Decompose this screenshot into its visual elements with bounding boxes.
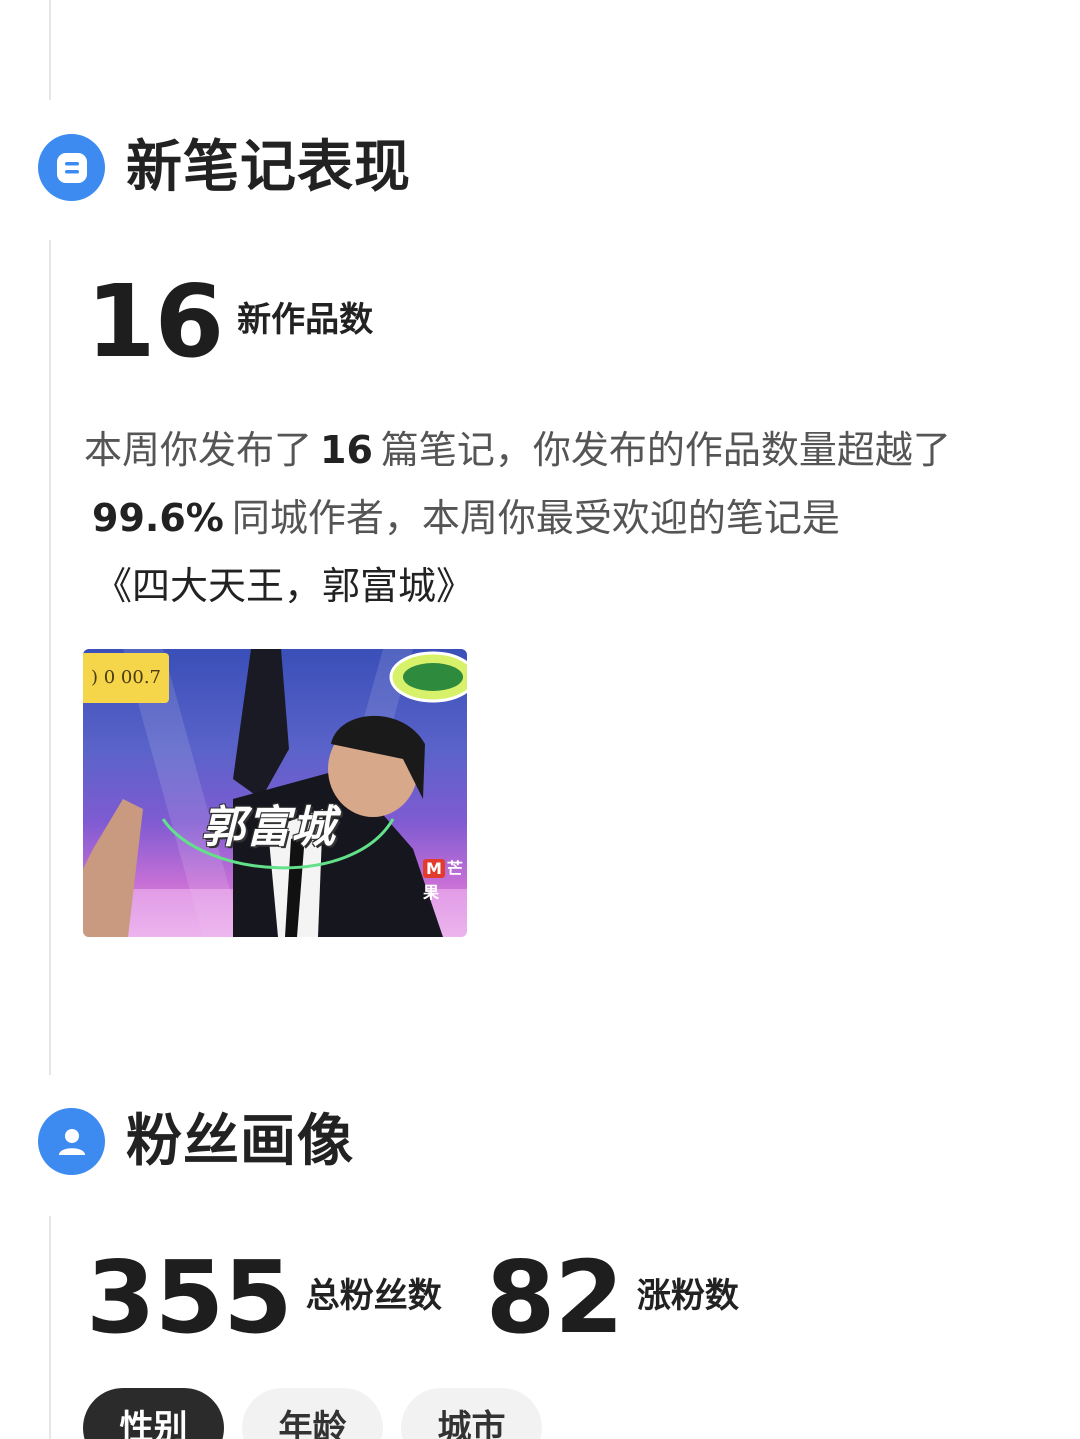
channel-logo: M 芒果 [423,859,463,902]
timeline-line [49,240,51,1075]
fans-stats: 355 总粉丝数 82 涨粉数 [86,1248,739,1348]
new-notes-count: 16 [86,263,224,380]
popular-note-title[interactable]: 《四大天王，郭富城》 [94,552,1004,620]
timeline-line [49,1216,51,1439]
tab-age[interactable]: 年龄 [242,1388,383,1439]
summary-count: 16 [320,428,373,472]
new-notes-stat: 16 新作品数 [86,272,373,372]
new-notes-label: 新作品数 [237,300,374,340]
document-icon [38,134,105,201]
tab-gender[interactable]: 性别 [83,1388,224,1439]
total-fans-label: 总粉丝数 [305,1276,442,1316]
summary-percent: 99.6% [92,496,224,540]
fans-growth-label: 涨粉数 [636,1276,739,1316]
user-icon [38,1108,105,1175]
tab-city[interactable]: 城市 [401,1388,542,1439]
report-page: 新笔记表现 16 新作品数 本周你发布了 16 篇笔记，你发布的作品数量超越了99.… [0,0,1080,1439]
section-title: 粉丝画像 [126,1108,354,1174]
new-notes-section-header: 新笔记表现 [38,134,411,201]
popular-note-thumbnail[interactable]: ) 0 00.7 郭富城 M 芒果 [83,649,467,937]
total-fans-count: 355 [86,1239,293,1356]
fans-growth-count: 82 [485,1239,624,1356]
fans-section-header: 粉丝画像 [38,1108,354,1175]
section-title: 新笔记表现 [126,134,411,200]
timeline-line [49,0,51,100]
timer-badge: ) 0 00.7 [83,653,169,703]
fans-profile-tabs: 性别 年龄 城市 [83,1388,560,1439]
weekly-summary-text: 本周你发布了 16 篇笔记，你发布的作品数量超越了99.6% 同城作者，本周你最受欢迎… [84,416,1004,620]
thumbnail-caption: 郭富城 [201,802,336,853]
